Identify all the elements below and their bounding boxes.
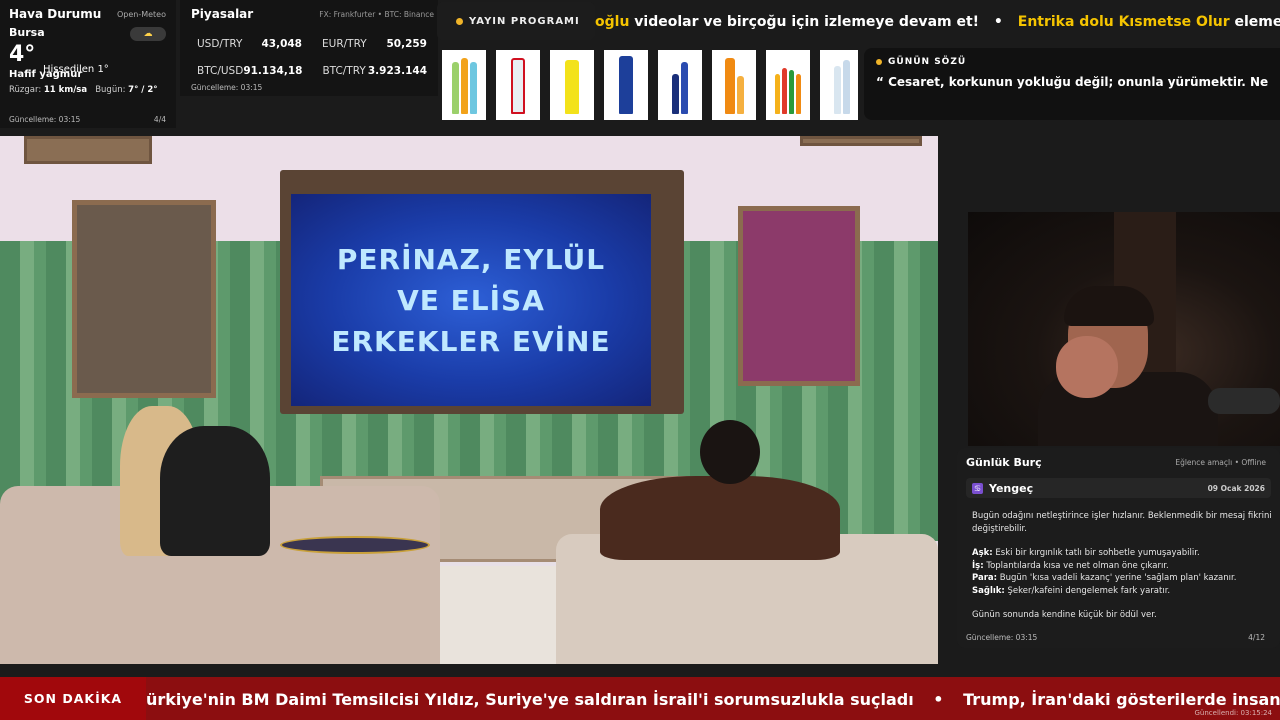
- product-image: [820, 50, 858, 120]
- person: [160, 426, 270, 556]
- schedule-button[interactable]: YAYIN PROGRAMI: [437, 2, 595, 40]
- horoscope-sign-row: ♋ Yengeç 09 Ocak 2026: [966, 478, 1271, 498]
- line-label: Aşk:: [972, 548, 993, 558]
- horoscope-note: Eğlence amaçlı • Offline: [1175, 458, 1266, 467]
- horoscope-page: 4/12: [1248, 633, 1265, 642]
- markets-updated: Güncelleme: 03:15: [191, 83, 263, 92]
- breaking-label: SON DAKİKA: [0, 677, 146, 720]
- quote-panel: GÜNÜN SÖZÜ “ Cesaret, korkunun yokluğu d…: [864, 48, 1280, 120]
- horoscope-line: İş: Toplantılarda kısa ve net olman öne …: [972, 560, 1272, 573]
- breaking-item: Trump, İran'daki gösterilerde insanların…: [963, 690, 1280, 709]
- horoscope-date: 09 Ocak 2026: [1207, 483, 1265, 493]
- quote-dot-icon: [876, 59, 882, 65]
- tv-text-line: PERİNAZ, EYLÜL: [336, 242, 606, 276]
- market-value: 43,048: [261, 37, 302, 50]
- product-image: [712, 50, 756, 120]
- line-text: Şeker/kafeini dengelemek fark yaratır.: [1004, 585, 1171, 596]
- horoscope-sign: Yengeç: [989, 481, 1034, 495]
- person: [600, 476, 840, 560]
- streamer-hand: [1056, 336, 1118, 398]
- horoscope-line: Aşk: Eski bir kırgınlık tatlı bir sohbet…: [972, 547, 1272, 560]
- product-image: [766, 50, 810, 120]
- product-image: [550, 50, 594, 120]
- horoscope-body: Bugün odağını netleştirince işler hızlan…: [972, 510, 1272, 622]
- coffee-table: [280, 536, 430, 554]
- line-text: Eski bir kırgınlık tatlı bir sohbetle yu…: [992, 548, 1200, 558]
- streamer-hair: [1064, 286, 1154, 326]
- today-label: Bugün:: [95, 85, 126, 95]
- top-ticker: oğlu videolar ve birçoğu için izlemeye d…: [595, 8, 1280, 36]
- product-image: [658, 50, 702, 120]
- zodiac-icon: ♋: [972, 482, 983, 494]
- quote-title-text: GÜNÜN SÖZÜ: [888, 57, 967, 67]
- breaking-item: ürkiye'nin BM Daimi Temsilcisi Yıldız, S…: [146, 690, 914, 709]
- ticker-highlight: Entrika dolu Kısmetse Olur: [1017, 14, 1230, 30]
- line-label: Sağlık:: [972, 585, 1005, 596]
- line-label: İş:: [972, 560, 984, 571]
- quote-title: GÜNÜN SÖZÜ: [876, 57, 1268, 67]
- ticker-text: videolar ve birçoğu için izlemeye devam …: [629, 14, 980, 30]
- person-head: [700, 420, 760, 484]
- weather-feels-like: Hissedilen 1°: [43, 64, 109, 75]
- weather-updated: Güncelleme: 03:15: [9, 115, 81, 124]
- market-value: 50,259: [386, 37, 427, 50]
- product-image: [442, 50, 486, 120]
- ticker-separator: •: [993, 14, 1003, 30]
- line-label: Para:: [972, 573, 998, 583]
- weather-source: Open-Meteo: [116, 10, 166, 19]
- webcam-feed: [968, 212, 1280, 446]
- market-label: BTC/TRY: [322, 64, 366, 77]
- market-btc-usd: BTC/USD 91.134,18: [197, 65, 302, 77]
- wind-label: Rüzgar:: [9, 85, 42, 95]
- market-value: 3.923.144: [367, 64, 427, 77]
- wall-shelf: [24, 136, 152, 164]
- quote-text: “ Cesaret, korkunun yokluğu değil; onunl…: [876, 75, 1269, 89]
- live-dot-icon: [456, 17, 463, 25]
- horoscope-line: Sağlık: Şeker/kafeini dengelemek fark ya…: [972, 585, 1272, 598]
- product-image: [604, 50, 648, 120]
- breaking-ticker: ürkiye'nin BM Daimi Temsilcisi Yıldız, S…: [146, 677, 1280, 720]
- markets-grid: USD/TRY 43,048 EUR/TRY 50,259 BTC/USD 91…: [197, 30, 427, 84]
- breaking-separator: •: [933, 690, 944, 709]
- weather-page: 4/4: [153, 115, 166, 124]
- horoscope-panel: Günlük Burç Eğlence amaçlı • Offline ♋ Y…: [957, 448, 1280, 648]
- horoscope-line: Para: Bugün 'kısa vadeli kazanç' yerine …: [972, 572, 1272, 585]
- wall-mirror: [738, 206, 860, 386]
- markets-source: FX: Frankfurter • BTC: Binance: [319, 10, 434, 19]
- market-value: 91.134,18: [243, 64, 303, 77]
- microphone: [1208, 388, 1280, 414]
- wall-shelf: [800, 136, 922, 146]
- market-btc-try: BTC/TRY 3.923.144: [322, 65, 427, 77]
- cloud-rain-icon: ☁: [130, 27, 166, 41]
- tv-text-line: ERKEKLER EVİNE: [331, 324, 611, 358]
- main-video[interactable]: PERİNAZ, EYLÜL VE ELİSA ERKEKLER EVİNE: [0, 136, 938, 664]
- breaking-updated: Güncellendi: 03:15:24: [1194, 709, 1273, 717]
- ticker-text: eleme ge: [1234, 14, 1280, 30]
- weather-panel: Hava Durumu Open-Meteo Bursa ☁ 4° Hissed…: [0, 0, 176, 128]
- market-label: EUR/TRY: [322, 37, 367, 50]
- tv-screen: PERİNAZ, EYLÜL VE ELİSA ERKEKLER EVİNE: [291, 194, 651, 406]
- wall-mirror: [72, 200, 216, 398]
- wind-value: 11 km/sa: [43, 85, 88, 95]
- horoscope-intro: Bugün odağını netleştirince işler hızlan…: [972, 511, 1272, 534]
- today-value: 7° / 2°: [128, 85, 158, 95]
- product-image: [496, 50, 540, 120]
- product-strip: [442, 50, 858, 122]
- markets-panel: Piyasalar FX: Frankfurter • BTC: Binance…: [180, 0, 438, 96]
- ticker-highlight: oğlu: [595, 14, 630, 30]
- market-usd-try: USD/TRY 43,048: [197, 38, 302, 50]
- horoscope-closing: Günün sonunda kendine küçük bir ödül ver…: [972, 610, 1157, 620]
- line-text: Bugün 'kısa vadeli kazanç' yerine 'sağla…: [997, 573, 1237, 583]
- market-label: USD/TRY: [197, 37, 243, 50]
- markets-row: USD/TRY 43,048 EUR/TRY 50,259: [197, 30, 427, 57]
- schedule-label: YAYIN PROGRAMI: [469, 15, 580, 27]
- market-label: BTC/USD: [197, 64, 244, 77]
- horoscope-updated: Güncelleme: 03:15: [966, 633, 1038, 642]
- weather-details: Rüzgar: 11 km/sa Bugün: 7° / 2°: [9, 85, 167, 95]
- breaking-news-bar: SON DAKİKA ürkiye'nin BM Daimi Temsilcis…: [0, 677, 1280, 720]
- markets-row: BTC/USD 91.134,18 BTC/TRY 3.923.144: [197, 57, 427, 84]
- tv-text-line: VE ELİSA: [397, 283, 545, 317]
- line-text: Toplantılarda kısa ve net olman öne çıka…: [983, 560, 1169, 571]
- market-eur-try: EUR/TRY 50,259: [322, 38, 427, 50]
